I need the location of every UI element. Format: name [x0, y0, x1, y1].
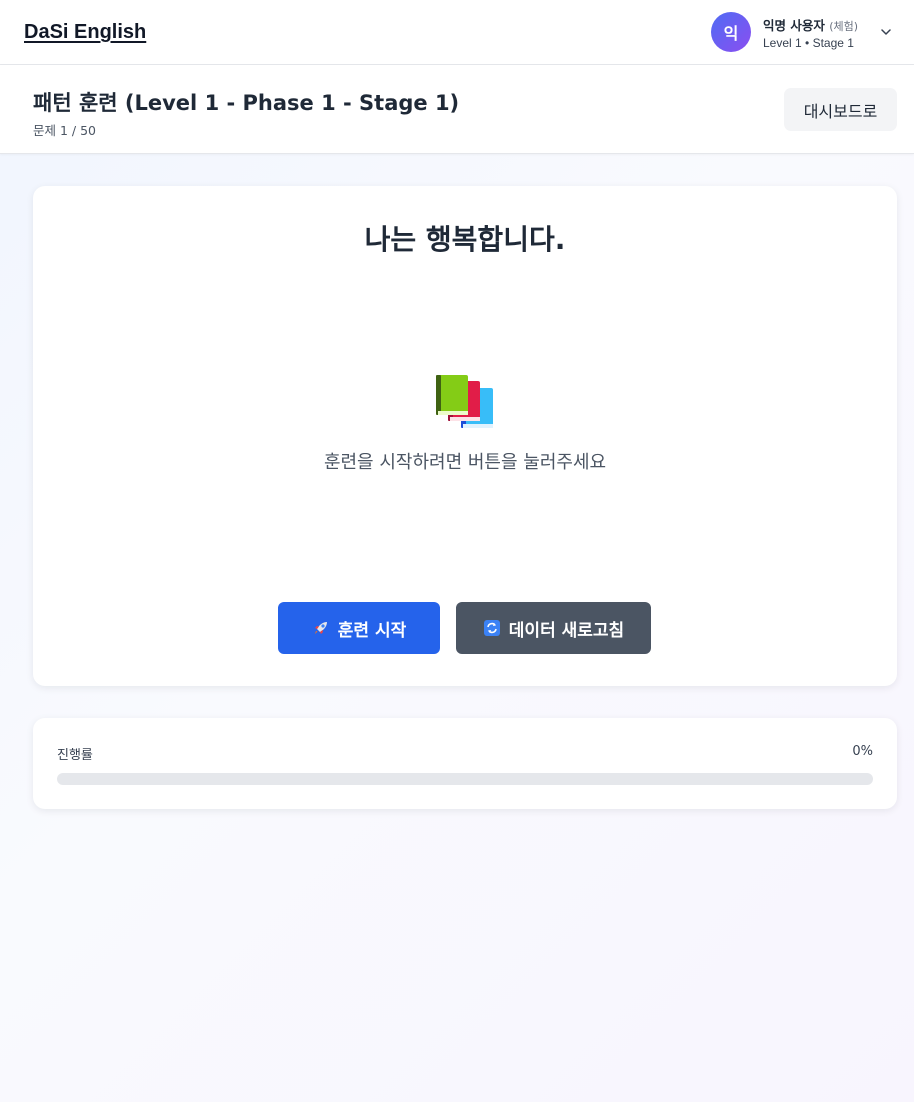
user-menu[interactable]: 익 익명 사용자 (체험) Level 1 • Stage 1 — [711, 12, 901, 52]
page-header: 패턴 훈련 (Level 1 - Phase 1 - Stage 1) 문제 1… — [0, 65, 914, 154]
user-trial-tag: (체험) — [829, 20, 859, 33]
user-name: 익명 사용자 (체험) — [763, 15, 858, 34]
target-sentence: 나는 행복합니다. — [364, 223, 566, 256]
training-card: 나는 행복합니다. 훈련을 시작하려면 버튼을 눌러주세요 훈련 시작 데이터 … — [33, 186, 897, 686]
start-hint: 훈련을 시작하려면 버튼을 눌러주세요 — [323, 452, 607, 473]
brand-logo-link[interactable]: DaSi English — [24, 21, 146, 44]
progress-card: 진행률 0% — [33, 718, 897, 809]
refresh-icon — [483, 620, 500, 636]
chevron-down-icon[interactable] — [879, 25, 893, 39]
progress-percent: 0% — [852, 744, 873, 759]
user-name-text: 익명 사용자 — [763, 18, 825, 33]
start-training-label: 훈련 시작 — [337, 620, 407, 641]
top-navbar: DaSi English 익 익명 사용자 (체험) Level 1 • Sta… — [0, 0, 914, 65]
avatar: 익 — [711, 12, 751, 52]
progress-bar — [57, 773, 873, 785]
start-training-button[interactable]: 훈련 시작 — [278, 602, 440, 654]
refresh-data-label: 데이터 새로고침 — [508, 620, 625, 641]
question-counter: 문제 1 / 50 — [33, 123, 96, 138]
dashboard-button[interactable]: 대시보드로 — [784, 88, 897, 131]
refresh-data-button[interactable]: 데이터 새로고침 — [456, 602, 651, 654]
books-icon — [436, 375, 493, 428]
page-title: 패턴 훈련 (Level 1 - Phase 1 - Stage 1) — [33, 91, 460, 115]
user-level-text: Level 1 • Stage 1 — [763, 36, 854, 50]
rocket-icon — [314, 622, 327, 634]
progress-label: 진행률 — [57, 748, 93, 763]
